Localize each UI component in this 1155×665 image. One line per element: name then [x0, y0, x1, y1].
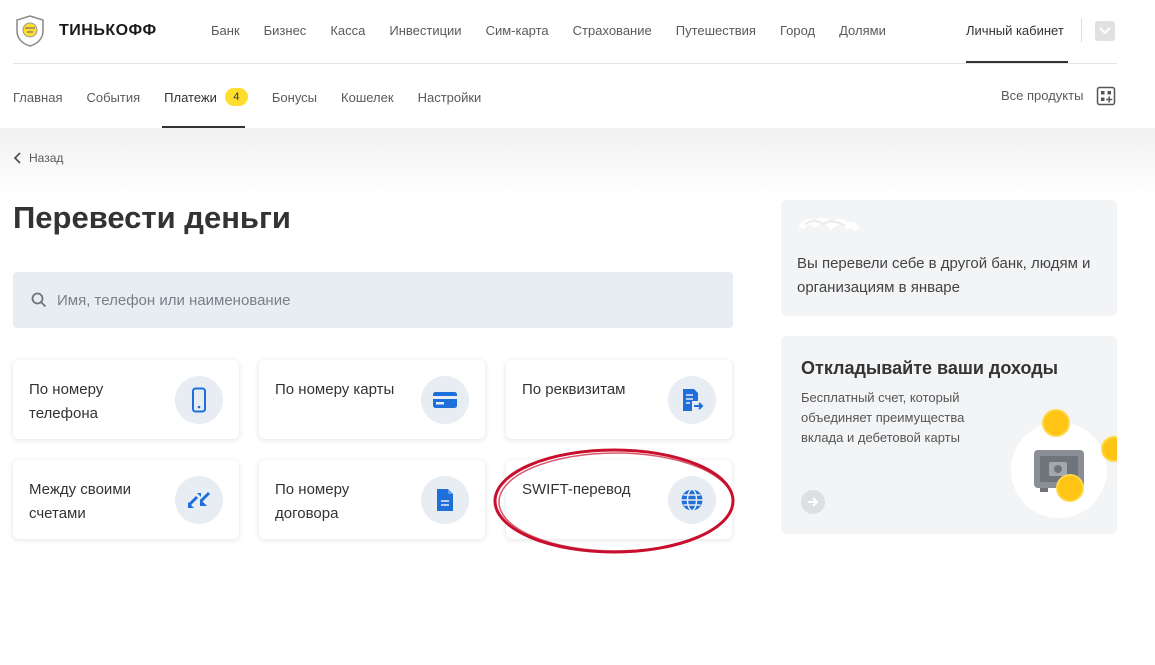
- user-menu-button[interactable]: [1095, 21, 1115, 41]
- tab-payments[interactable]: Платежи 4: [164, 88, 248, 106]
- card-label: По номеру телефона: [29, 381, 104, 422]
- chevron-left-icon: [13, 152, 21, 164]
- top-bar: ТИНЬКОФФ Банк Бизнес Касса Инвестиции Си…: [0, 0, 1155, 64]
- search-box[interactable]: [13, 272, 733, 328]
- top-nav-business[interactable]: Бизнес: [264, 23, 307, 38]
- account-nav: Главная События Платежи 4 Бонусы Кошелек…: [13, 88, 505, 106]
- promo-description: Бесплатный счет, который объединяет преи…: [801, 390, 965, 445]
- promo-arrow-button[interactable]: [801, 490, 825, 514]
- logo-emblem-icon: [16, 15, 44, 47]
- top-nav-city[interactable]: Город: [780, 23, 815, 38]
- grid-plus-icon[interactable]: [1096, 86, 1116, 106]
- transfer-by-contract-number-card[interactable]: По номеру договора: [259, 460, 485, 539]
- card-label: По номеру карты: [275, 381, 395, 398]
- top-nav-insurance[interactable]: Страхование: [573, 23, 652, 38]
- globe-icon: [681, 488, 703, 512]
- monthly-summary-text: Вы перевели себе в другой банк, людям и …: [797, 255, 1091, 296]
- transfer-by-requisites-card[interactable]: По реквизитам: [506, 360, 732, 439]
- card-icon-circle: [668, 476, 716, 524]
- swift-transfer-card[interactable]: SWIFT-перевод: [506, 460, 732, 539]
- tab-payments-label: Платежи: [164, 89, 217, 105]
- document-arrow-icon: [683, 389, 704, 411]
- top-nav: Банк Бизнес Касса Инвестиции Сим-карта С…: [211, 23, 910, 38]
- top-nav-investments[interactable]: Инвестиции: [389, 23, 461, 38]
- monthly-summary-panel[interactable]: Вы перевели себе в другой банк, людям и …: [781, 200, 1117, 316]
- personal-cabinet-link[interactable]: Личный кабинет: [966, 23, 1064, 38]
- card-label: Между своими счетами: [29, 481, 132, 522]
- tab-settings[interactable]: Настройки: [418, 90, 482, 105]
- top-nav-bank[interactable]: Банк: [211, 23, 240, 38]
- swap-arrows-icon: [187, 491, 211, 508]
- payments-count-badge: 4: [224, 88, 248, 106]
- card-icon-circle: [175, 376, 223, 424]
- card-label: SWIFT-перевод: [522, 481, 631, 498]
- page-title: Перевести деньги: [13, 200, 291, 235]
- transfer-between-own-accounts-card[interactable]: Между своими счетами: [13, 460, 239, 539]
- card-icon-circle: [421, 476, 469, 524]
- header-separator: [13, 63, 1117, 64]
- search-icon: [31, 292, 47, 308]
- header-divider: [1081, 18, 1082, 42]
- arrow-right-icon: [808, 497, 819, 507]
- top-nav-kassa[interactable]: Касса: [330, 23, 365, 38]
- top-nav-travel[interactable]: Путешествия: [676, 23, 756, 38]
- card-label: По реквизитам: [522, 381, 626, 398]
- top-nav-installments[interactable]: Долями: [839, 23, 886, 38]
- tab-events[interactable]: События: [86, 90, 140, 105]
- savings-promo-panel[interactable]: Откладывайте ваши доходы Бесплатный счет…: [781, 336, 1117, 534]
- transfer-by-phone-card[interactable]: По номеру телефона: [13, 360, 239, 439]
- redacted-amount: [795, 214, 863, 236]
- promo-title: Откладывайте ваши доходы: [801, 358, 1059, 378]
- tab-bonuses[interactable]: Бонусы: [272, 90, 317, 105]
- chevron-down-icon: [1099, 27, 1111, 35]
- header-shadow-band: [0, 128, 1155, 198]
- tab-main[interactable]: Главная: [13, 90, 62, 105]
- back-link[interactable]: Назад: [13, 151, 63, 165]
- search-input[interactable]: [57, 291, 657, 309]
- card-icon: [433, 392, 457, 408]
- card-icon-circle: [421, 376, 469, 424]
- top-nav-sim-card[interactable]: Сим-карта: [486, 23, 549, 38]
- all-products-link[interactable]: Все продукты: [1001, 88, 1083, 103]
- back-label: Назад: [29, 151, 64, 165]
- logo[interactable]: ТИНЬКОФФ: [13, 14, 157, 48]
- contract-document-icon: [437, 489, 453, 511]
- card-icon-circle: [175, 476, 223, 524]
- tab-wallet[interactable]: Кошелек: [341, 90, 394, 105]
- safe-with-coins-icon: [1011, 409, 1117, 518]
- phone-icon: [192, 387, 206, 413]
- transfer-by-card-number-card[interactable]: По номеру карты: [259, 360, 485, 439]
- logo-text: ТИНЬКОФФ: [59, 22, 157, 39]
- card-icon-circle: [668, 376, 716, 424]
- card-label: По номеру договора: [275, 481, 350, 522]
